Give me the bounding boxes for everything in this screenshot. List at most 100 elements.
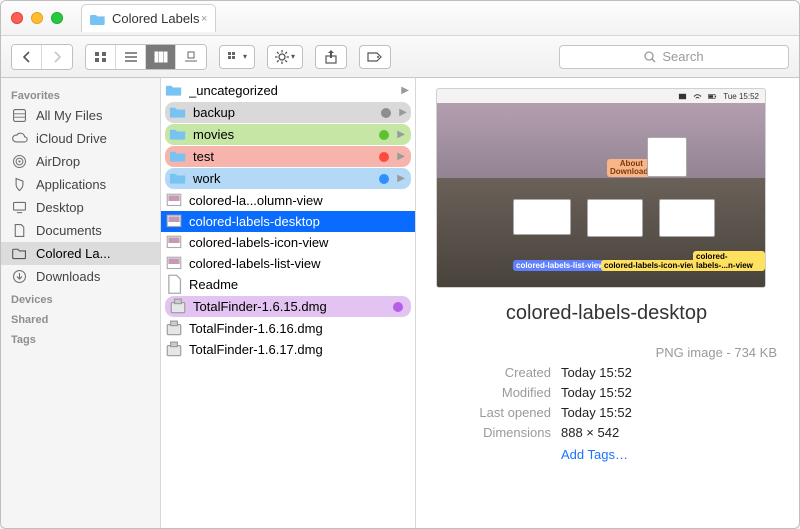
file-label: colored-labels-icon-view [189,235,409,250]
finder-window: Colored Labels × ▾ ▾ [0,0,800,529]
sidebar: Favorites All My Files iCloud Drive AirD… [1,78,161,528]
file-label: TotalFinder-1.6.16.dmg [189,321,409,336]
disclosure-arrow-icon: ▶ [401,85,409,96]
file-label: _uncategorized [189,83,395,98]
color-tag-dot [379,152,389,162]
chevron-down-icon: ▾ [291,52,295,61]
file-label: colored-labels-desktop [189,214,409,229]
file-row[interactable]: movies▶ [165,124,411,145]
list-view-button[interactable] [116,45,146,69]
folder-icon [169,127,187,142]
toolbar: ▾ ▾ Search [1,36,799,78]
icon-view-button[interactable] [86,45,116,69]
preview-value: Today 15:52 [561,383,632,403]
sidebar-item-label: Colored La... [36,246,110,261]
sidebar-item-label: AirDrop [36,154,80,169]
share-button[interactable] [315,45,347,69]
file-row[interactable]: TotalFinder-1.6.16.dmg [161,318,415,339]
folder-icon [90,12,106,26]
all-files-icon [11,107,28,124]
png-icon [165,193,183,208]
titlebar: Colored Labels × [1,1,799,36]
action-button[interactable]: ▾ [267,45,303,69]
thumbnail-clock: Tue 15:52 [723,92,759,101]
file-row[interactable]: TotalFinder-1.6.17.dmg [161,339,415,360]
desktop-icon [11,199,28,216]
folder-icon [169,149,187,164]
png-icon [165,214,183,229]
txt-icon [165,277,183,292]
file-row[interactable]: backup▶ [165,102,411,123]
file-label: movies [193,127,373,142]
tab-colored-labels[interactable]: Colored Labels × [81,4,216,32]
preview-key: Created [436,363,551,383]
zoom-window-button[interactable] [51,12,63,24]
file-row[interactable]: colored-labels-icon-view [161,232,415,253]
file-row[interactable]: colored-la...olumn-view [161,190,415,211]
disclosure-arrow-icon: ▶ [397,173,405,184]
share-icon [325,50,337,64]
sidebar-item-icloud-drive[interactable]: iCloud Drive [1,127,160,150]
minimize-window-button[interactable] [31,12,43,24]
file-label: Readme [189,277,409,292]
sidebar-item-airdrop[interactable]: AirDrop [1,150,160,173]
preview-key: Modified [436,383,551,403]
preview-key: Last opened [436,403,551,423]
close-window-button[interactable] [11,12,23,24]
search-input[interactable]: Search [559,45,789,69]
folder-icon [169,105,187,120]
folder-icon [169,171,187,186]
preview-value: Today 15:52 [561,363,632,383]
sidebar-item-colored-labels[interactable]: Colored La... [1,242,160,265]
sidebar-item-label: Applications [36,177,106,192]
sidebar-item-downloads[interactable]: Downloads [1,265,160,288]
gear-icon [275,50,289,64]
nav-buttons [11,44,73,70]
arrange-button[interactable]: ▾ [219,45,255,69]
add-tags-button[interactable]: Add Tags… [561,447,777,462]
airdrop-icon [11,153,28,170]
view-switcher [85,44,207,70]
file-row[interactable]: TotalFinder-1.6.15.dmg [165,296,411,317]
sidebar-item-all-my-files[interactable]: All My Files [1,104,160,127]
folder-icon [678,92,687,101]
coverflow-view-button[interactable] [176,45,206,69]
sidebar-item-documents[interactable]: Documents [1,219,160,242]
edit-tags-button[interactable] [359,45,391,69]
file-row[interactable]: colored-labels-desktop [161,211,415,232]
thumbnail-tag-list: colored-labels-list-view [513,260,607,271]
close-tab-icon[interactable]: × [201,13,207,25]
file-row[interactable]: Readme [161,274,415,295]
file-label: colored-la...olumn-view [189,193,409,208]
file-row[interactable]: _uncategorized ▶ [161,80,415,101]
wifi-icon [693,92,702,101]
downloads-icon [11,268,28,285]
sidebar-item-applications[interactable]: Applications [1,173,160,196]
file-label: TotalFinder-1.6.15.dmg [193,299,387,314]
sidebar-item-desktop[interactable]: Desktop [1,196,160,219]
file-row[interactable]: test▶ [165,146,411,167]
png-icon [165,235,183,250]
chevron-down-icon: ▾ [243,52,247,61]
preview-filename: colored-labels-desktop [436,302,777,325]
sidebar-heading-tags: Tags [1,328,160,348]
thumbnail-window [647,137,687,177]
folder-icon [11,245,28,262]
file-row[interactable]: work ▶ [165,168,411,189]
color-tag-dot [379,130,389,140]
preview-value: Today 15:52 [561,403,632,423]
column-view-button[interactable] [146,45,176,69]
search-icon [644,51,656,63]
cloud-icon [11,130,28,147]
file-label: work [193,171,373,186]
dmg-icon [165,342,183,357]
thumbnail-tag-col: colored-labels-...n-view [693,251,765,271]
color-tag-dot [379,174,389,184]
sidebar-heading-devices: Devices [1,288,160,308]
back-button[interactable] [12,45,42,69]
file-row[interactable]: colored-labels-list-view [161,253,415,274]
forward-button[interactable] [42,45,72,69]
sidebar-heading-shared: Shared [1,308,160,328]
thumbnail-window [587,199,643,237]
sidebar-item-label: Documents [36,223,102,238]
